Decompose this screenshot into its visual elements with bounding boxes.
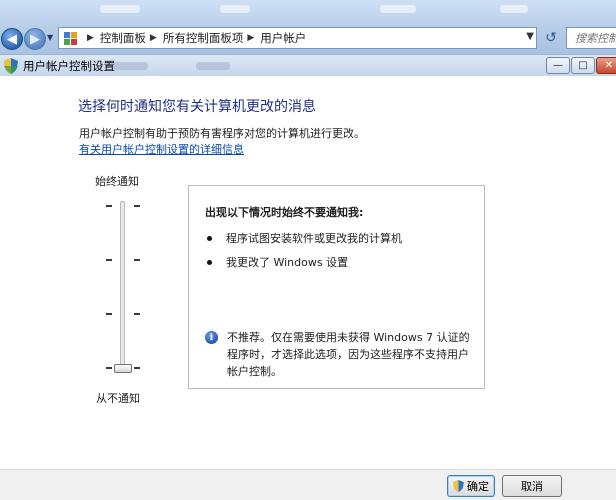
recent-pages-dropdown[interactable]: ▼ — [47, 33, 53, 42]
uac-shield-icon — [453, 480, 464, 492]
level-description-panel: 出现以下情况时始终不要通知我: 程序试图安装软件或更改我的计算机 我更改了 Wi… — [188, 185, 485, 389]
maximize-button[interactable]: □ — [571, 57, 595, 74]
arrow-left-icon: ◀ — [7, 31, 17, 47]
bullet-icon — [207, 235, 212, 241]
maximize-icon: □ — [578, 60, 588, 71]
slider-tick — [134, 259, 140, 261]
back-button[interactable]: ◀ — [1, 28, 23, 50]
dialog-body: 选择何时通知您有关计算机更改的消息 用户帐户控制有助于预防有害程序对您的计算机进… — [0, 76, 616, 500]
page-title: 选择何时通知您有关计算机更改的消息 — [78, 99, 316, 115]
ok-button[interactable]: 确定 — [447, 475, 495, 497]
address-bar[interactable]: ▶ 控制面板 ▶ 所有控制面板项 ▶ 用户帐户 ▼ — [58, 27, 537, 49]
bullet-icon — [207, 259, 212, 265]
ok-label: 确定 — [467, 480, 489, 493]
search-box[interactable] — [566, 27, 616, 49]
dialog-title-bar: 用户帐户控制设置 — □ ✕ — [0, 54, 616, 76]
slider-tick — [106, 259, 112, 261]
minimize-icon: — — [553, 60, 563, 71]
slider-tick — [106, 313, 112, 315]
slider-track[interactable] — [120, 201, 125, 369]
close-icon: ✕ — [604, 60, 614, 71]
slider-top-label: 始终通知 — [95, 175, 139, 188]
list-item: 我更改了 Windows 设置 — [207, 254, 348, 270]
breadcrumb-separator-icon[interactable]: ▶ — [247, 33, 254, 43]
breadcrumb-separator-icon[interactable]: ▶ — [87, 33, 94, 43]
warning-note: i 不推荐。仅在需要使用未获得 Windows 7 认证的程序时，才选择此选项，… — [205, 329, 475, 380]
blurred-title-strip — [112, 62, 148, 70]
explorer-toolbar: ◀ ▶ ▼ ▶ 控制面板 ▶ 所有控制面板项 ▶ 用户帐户 ▼ ↺ — [0, 0, 616, 54]
note-text: 不推荐。仅在需要使用未获得 Windows 7 认证的程序时，才选择此选项，因为… — [227, 331, 470, 378]
cancel-label: 取消 — [521, 480, 543, 493]
list-item-text: 我更改了 Windows 设置 — [226, 256, 349, 269]
uac-shield-icon — [4, 57, 18, 74]
breadcrumb-control-panel[interactable]: 控制面板 — [100, 30, 146, 46]
blurred-menu-strip — [60, 3, 616, 15]
address-history-dropdown[interactable]: ▼ — [526, 31, 534, 42]
minimize-button[interactable]: — — [546, 57, 570, 74]
slider-tick — [106, 205, 112, 207]
breadcrumb-all-items[interactable]: 所有控制面板项 — [163, 30, 244, 46]
description-text: 用户帐户控制有助于预防有害程序对您的计算机进行更改。 — [79, 127, 365, 140]
chevron-down-icon: ▼ — [526, 31, 534, 42]
close-button[interactable]: ✕ — [596, 57, 616, 74]
slider-bottom-label: 从不通知 — [96, 392, 140, 405]
dialog-title: 用户帐户控制设置 — [23, 58, 115, 73]
help-link[interactable]: 有关用户帐户控制设置的详细信息 — [79, 141, 244, 157]
refresh-icon: ↺ — [545, 30, 557, 46]
slider-tick — [106, 367, 112, 369]
dialog-footer: 确定 取消 — [0, 469, 616, 500]
control-panel-icon — [63, 31, 79, 45]
search-input[interactable] — [573, 30, 616, 46]
blurred-title-strip — [196, 62, 230, 70]
slider-tick — [134, 367, 140, 369]
slider-thumb[interactable] — [114, 364, 132, 373]
forward-button[interactable]: ▶ — [24, 28, 46, 50]
info-icon: i — [205, 331, 218, 344]
refresh-button[interactable]: ↺ — [540, 27, 562, 49]
list-item-text: 程序试图安装软件或更改我的计算机 — [226, 232, 402, 245]
cancel-button[interactable]: 取消 — [502, 475, 562, 497]
arrow-right-icon: ▶ — [30, 31, 40, 47]
panel-title: 出现以下情况时始终不要通知我: — [205, 206, 364, 219]
breadcrumb-separator-icon[interactable]: ▶ — [150, 33, 157, 43]
slider-tick — [134, 205, 140, 207]
slider-tick — [134, 313, 140, 315]
list-item: 程序试图安装软件或更改我的计算机 — [207, 230, 402, 246]
breadcrumb-user-accounts[interactable]: 用户帐户 — [260, 30, 306, 46]
